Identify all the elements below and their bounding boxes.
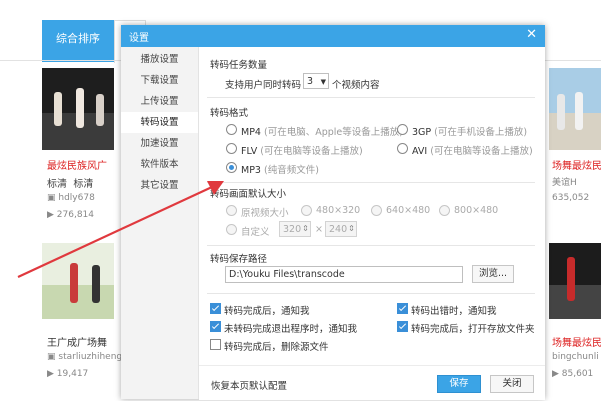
arrow-shaft xyxy=(17,186,213,278)
annotation-arrow-icon xyxy=(17,181,224,278)
